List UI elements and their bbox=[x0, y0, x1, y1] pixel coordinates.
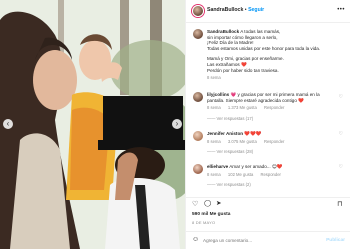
comment-avatar[interactable] bbox=[192, 163, 204, 175]
caption-line-7: Perdón por haber sido tan traviesa. bbox=[207, 67, 279, 73]
add-comment-bar: ☺ Publicar bbox=[186, 231, 350, 250]
like-heart-icon[interactable]: ♡ bbox=[192, 201, 198, 208]
comment-text: Amar y ser amado... 😊❤️ bbox=[229, 164, 283, 169]
post-actions: ♡ ◯ ➤ ⊓ bbox=[186, 197, 350, 212]
save-bookmark-icon[interactable]: ⊓ bbox=[337, 201, 342, 208]
comment-meta: 8 sema 1.373 Me gusta Responder bbox=[207, 105, 290, 110]
next-photo-icon[interactable]: › bbox=[172, 119, 182, 129]
comment-username[interactable]: lilyjcollins bbox=[207, 92, 229, 97]
comment-body: ellieharve Amar y ser amado... 😊❤️ bbox=[207, 164, 331, 170]
caption-line-1: A todas las mamás, bbox=[240, 29, 281, 34]
reply-button[interactable]: Responder bbox=[264, 105, 285, 110]
separator: • bbox=[244, 7, 247, 13]
comment-likes[interactable]: 3.075 Me gusta bbox=[228, 139, 257, 144]
caption-time: 8 sema bbox=[207, 75, 221, 81]
heart-icon[interactable]: ♡ bbox=[339, 131, 343, 137]
comment-time: 8 sema bbox=[207, 105, 221, 110]
share-send-icon[interactable]: ➤ bbox=[216, 200, 221, 208]
comment-text: ❤️❤️❤️ bbox=[244, 131, 262, 136]
previous-photo-icon[interactable]: ‹ bbox=[3, 119, 13, 129]
view-replies-button[interactable]: —— Ver respuestas (2) bbox=[207, 182, 251, 187]
comment-avatar[interactable] bbox=[192, 130, 204, 142]
view-replies-button[interactable]: —— Ver respuestas (17) bbox=[207, 116, 253, 121]
header-username: SandraBullock • Seguir bbox=[207, 7, 264, 13]
avatar[interactable] bbox=[192, 5, 204, 17]
comment-meta: 8 sema 102 Me gusta Responder bbox=[207, 172, 287, 177]
more-horizontal-icon[interactable]: ••• bbox=[337, 7, 345, 13]
comment-time: 8 sema bbox=[207, 172, 221, 177]
add-comment-input[interactable] bbox=[203, 238, 303, 243]
post-caption: SandraBullock A todas las mamás, sin imp… bbox=[207, 29, 332, 81]
comment-time: 8 sema bbox=[207, 139, 221, 144]
comment-likes[interactable]: 1.373 Me gusta bbox=[228, 105, 257, 110]
caption-username[interactable]: SandraBullock bbox=[207, 29, 239, 34]
comment-body: lilyjcollins 💗 y gracias por ser mi prim… bbox=[207, 92, 331, 103]
reply-button[interactable]: Responder bbox=[264, 139, 285, 144]
comment-username[interactable]: ellieharve bbox=[207, 164, 228, 169]
follow-button[interactable]: Seguir bbox=[248, 7, 264, 13]
caption-line-4: Todas estamos unidas por este honor para… bbox=[207, 45, 321, 51]
heart-icon[interactable]: ♡ bbox=[339, 164, 343, 170]
likes-count[interactable]: 590 mil Me gusta bbox=[192, 212, 230, 217]
post-details-panel: SandraBullock • Seguir ••• SandraBullock… bbox=[185, 0, 350, 249]
comment-avatar[interactable] bbox=[192, 91, 204, 103]
comment-body: Jennifer Aniston ❤️❤️❤️ bbox=[207, 131, 331, 137]
post-date: 8 DE MAYO bbox=[192, 220, 216, 225]
comment-likes[interactable]: 102 Me gusta bbox=[228, 172, 253, 177]
post-comment-button[interactable]: Publicar bbox=[326, 238, 345, 243]
comment-meta: 8 sema 3.075 Me gusta Responder bbox=[207, 139, 290, 144]
post-header: SandraBullock • Seguir ••• bbox=[186, 0, 350, 23]
comment-bubble-icon[interactable]: ◯ bbox=[204, 200, 211, 208]
username-link[interactable]: SandraBullock bbox=[207, 7, 243, 13]
view-replies-button[interactable]: —— Ver respuestas (28) bbox=[207, 149, 253, 154]
emoji-smile-icon[interactable]: ☺ bbox=[192, 236, 199, 243]
post-photo[interactable]: ‹ › bbox=[0, 0, 185, 249]
caption-avatar[interactable] bbox=[192, 28, 204, 40]
comment-username[interactable]: Jennifer Aniston bbox=[207, 131, 243, 136]
photo-illustration bbox=[0, 0, 185, 249]
reply-button[interactable]: Responder bbox=[260, 172, 281, 177]
heart-icon[interactable]: ♡ bbox=[339, 94, 343, 100]
